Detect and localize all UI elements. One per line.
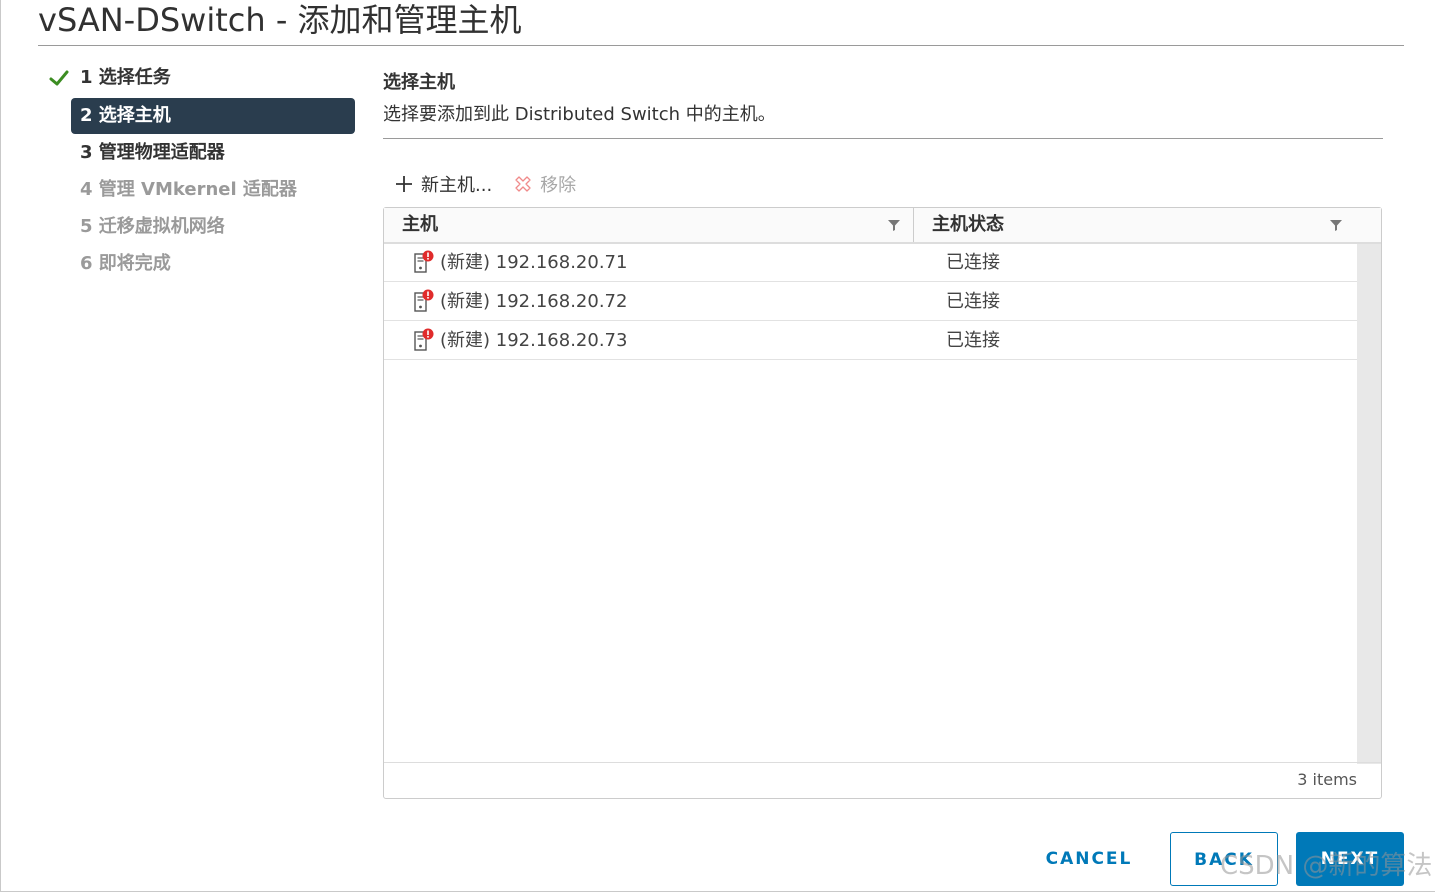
plus-icon [396, 176, 412, 192]
table-row[interactable]: (新建) 192.168.20.73 已连接 [384, 322, 1357, 360]
section-divider [383, 138, 1383, 139]
step-2-select-hosts[interactable]: 2 选择主机 [71, 98, 355, 134]
column-header-host[interactable]: 主机 [384, 208, 914, 242]
filter-icon[interactable] [1329, 218, 1343, 232]
section-title: 选择主机 [383, 72, 455, 93]
step-5-migrate-vm-networking: 5 迁移虚拟机网络 [80, 216, 225, 237]
grid-footer: 3 items [384, 762, 1381, 798]
host-name: (新建) 192.168.20.73 [440, 330, 628, 351]
remove-x-icon [515, 176, 531, 192]
host-status: 已连接 [946, 252, 1000, 273]
cancel-button[interactable]: CANCEL [1031, 832, 1147, 886]
remove-label: 移除 [540, 175, 577, 196]
filter-icon[interactable] [887, 218, 901, 232]
grid-body: (新建) 192.168.20.71 已连接 (新建) 192.168.20.7… [384, 244, 1357, 764]
new-host-button[interactable]: 新主机... [383, 168, 492, 200]
host-alert-icon [414, 289, 434, 312]
column-header-status-label: 主机状态 [932, 214, 1004, 235]
watermark: CSDN @新的算法 [1220, 851, 1433, 881]
table-row[interactable]: (新建) 192.168.20.72 已连接 [384, 283, 1357, 321]
item-count: 3 items [1297, 770, 1357, 789]
add-manage-hosts-dialog: vSAN-DSwitch - 添加和管理主机 1 选择任务 2 选择主机 3 管… [0, 0, 1435, 892]
grid-header: 主机 主机状态 [384, 208, 1381, 244]
host-alert-icon [414, 328, 434, 351]
grid-scrollbar[interactable] [1357, 244, 1381, 764]
title-divider [38, 45, 1404, 46]
host-alert-icon [414, 250, 434, 273]
dialog-title: vSAN-DSwitch - 添加和管理主机 [38, 1, 522, 39]
step-3-manage-physical-adapters[interactable]: 3 管理物理适配器 [71, 135, 355, 171]
host-name: (新建) 192.168.20.71 [440, 252, 628, 273]
new-host-label: 新主机... [421, 175, 493, 196]
check-icon [49, 70, 69, 86]
host-status: 已连接 [946, 330, 1000, 351]
remove-button[interactable]: 移除 [512, 168, 576, 200]
table-row[interactable]: (新建) 192.168.20.71 已连接 [384, 244, 1357, 282]
section-description: 选择要添加到此 Distributed Switch 中的主机。 [383, 104, 776, 125]
host-name: (新建) 192.168.20.72 [440, 291, 628, 312]
hosts-datagrid: 主机 主机状态 (新建) 192.168.20.71 已连接 (新建) 192.… [383, 207, 1382, 799]
column-header-host-label: 主机 [402, 214, 438, 235]
host-status: 已连接 [946, 291, 1000, 312]
step-4-manage-vmkernel-adapters: 4 管理 VMkernel 适配器 [80, 179, 297, 200]
column-header-host-status[interactable]: 主机状态 [914, 208, 1381, 242]
grid-toolbar: 新主机... 移除 [383, 168, 576, 200]
step-6-ready-to-complete: 6 即将完成 [80, 253, 171, 274]
step-1-select-task[interactable]: 1 选择任务 [71, 60, 355, 96]
